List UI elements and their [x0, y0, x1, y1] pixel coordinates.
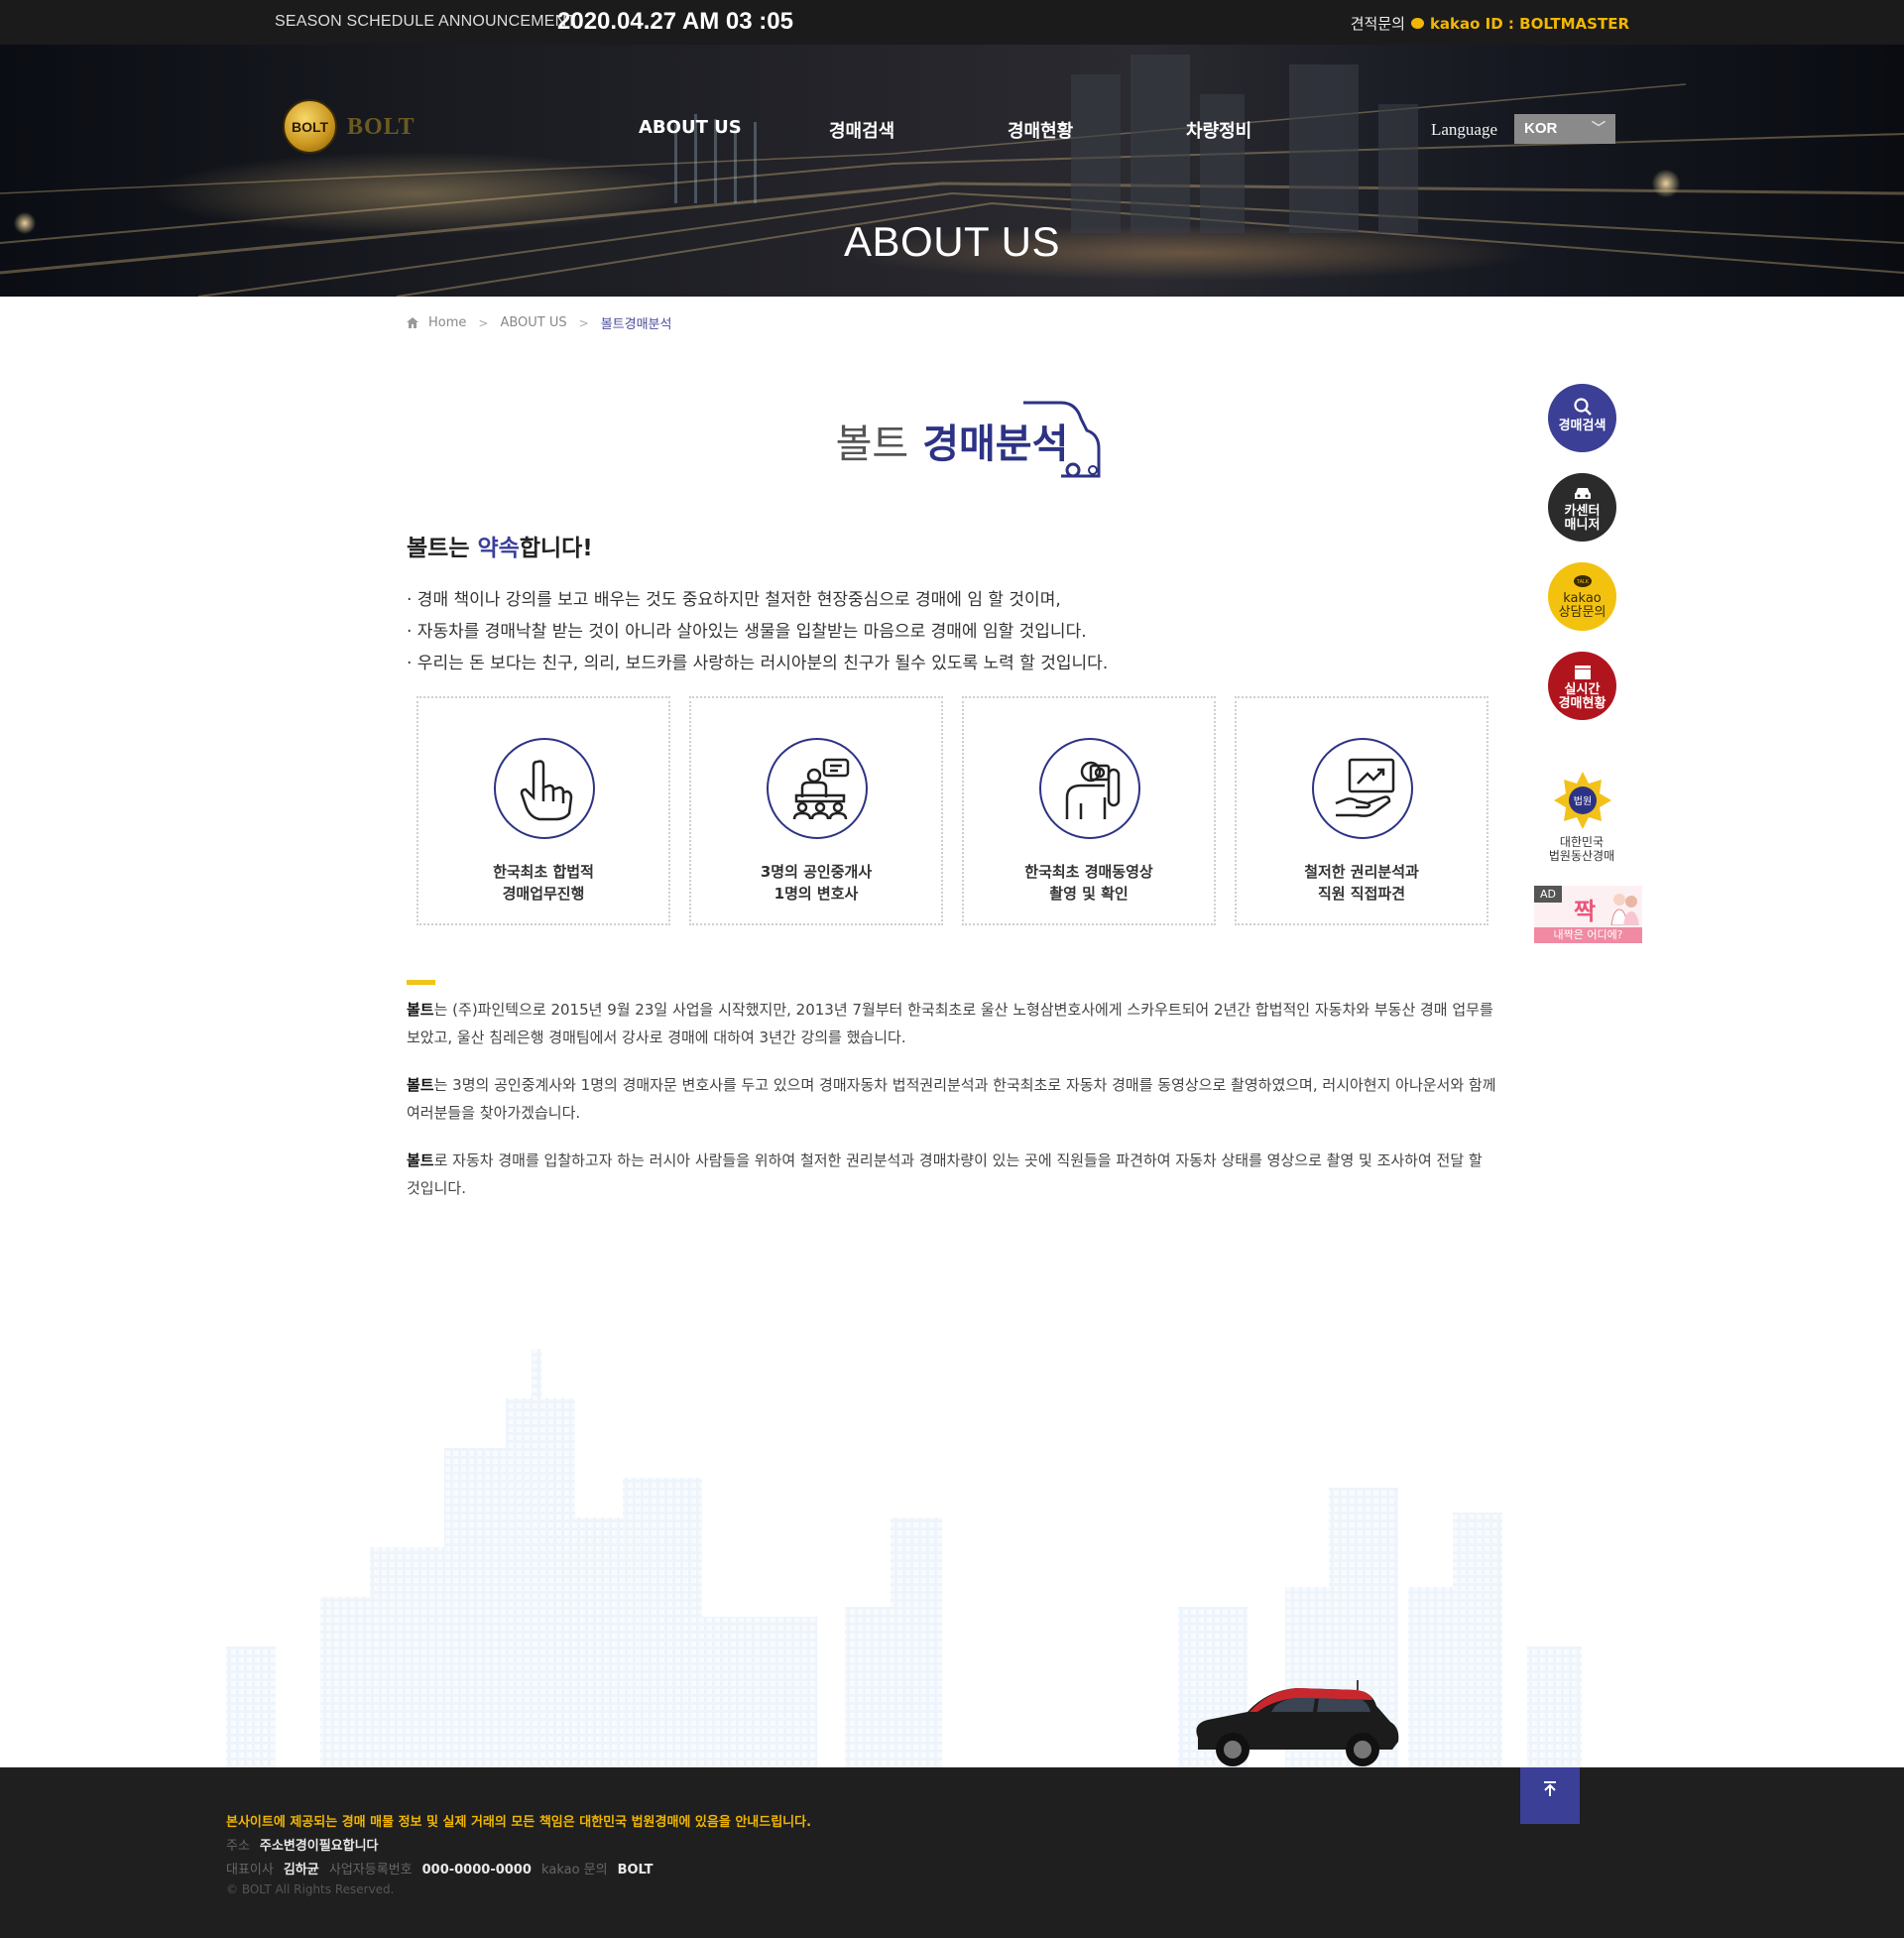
- car-icon: [1574, 488, 1591, 499]
- quick-kakao-button[interactable]: TALK kakao 상담문의: [1548, 562, 1616, 631]
- feature-card: 3명의 공인중개사 1명의 변호사: [689, 696, 943, 925]
- svg-text:TALK: TALK: [1576, 579, 1589, 585]
- mini-cooper-car-image: [1196, 1680, 1399, 1766]
- pointing-hand-icon: [520, 760, 573, 821]
- kakao-id: kakao ID : BOLTMASTER: [1429, 14, 1629, 33]
- ad-subtitle: 내짝은 어디에?: [1534, 927, 1642, 943]
- top-bar: SEASON SCHEDULE ANNOUNCEMENT 2020.04.27 …: [0, 0, 1904, 45]
- nav-auction-search[interactable]: 경매검색: [829, 117, 894, 143]
- current-datetime: 2020.04.27 AM 03 :05: [557, 8, 793, 35]
- kakao-talk-icon: TALK: [1573, 575, 1592, 587]
- list-item: · 경매 책이나 강의를 보고 배우는 것도 중요하지만 철저한 현장중심으로 …: [407, 590, 1061, 610]
- quick-car-center-button[interactable]: 카센터 매니저: [1548, 473, 1616, 542]
- accent-divider: [407, 980, 435, 985]
- about-paragraph: 볼트는 (주)파인텍으로 2015년 9월 23일 사업을 시작했지만, 201…: [407, 1001, 1493, 1046]
- footer-address-row: 주소 주소변경이필요합니다: [226, 1839, 379, 1854]
- nav-car-maintenance[interactable]: 차량정비: [1186, 117, 1251, 143]
- svg-text:법원: 법원: [1574, 795, 1592, 807]
- nav-auction-status[interactable]: 경매현황: [1008, 117, 1073, 143]
- site-footer: 본사이트에 제공되는 경매 매물 정보 및 실제 거래의 모든 책임은 대한민국…: [0, 1767, 1904, 1938]
- main-nav: ABOUT US 경매검색 경매현황 차량정비: [0, 117, 1904, 147]
- clapperboard-icon: [1574, 666, 1591, 679]
- chart-hand-icon: [1335, 758, 1395, 817]
- breadcrumb-home[interactable]: Home: [428, 315, 466, 330]
- about-paragraph: 볼트로 자동차 경매를 입찰하고자 하는 러시아 사람들을 위하여 철저한 권리…: [407, 1151, 1483, 1197]
- language-value: KOR: [1524, 120, 1558, 137]
- breadcrumb-about[interactable]: ABOUT US: [500, 315, 566, 330]
- footer-company-row: 대표이사 김하균 사업자등록번호 000-0000-0000 kakao 문의 BOL…: [226, 1863, 654, 1877]
- ad-banner[interactable]: AD 짝 내짝은 어디에?: [1534, 886, 1642, 943]
- chevron-right-icon: >: [578, 315, 589, 330]
- list-item: · 자동차를 경매낙찰 받는 것이 아니라 살아있는 생물을 입찰받는 마음으로…: [407, 622, 1087, 642]
- ad-tag: AD: [1534, 886, 1562, 903]
- language-label: Language: [1431, 120, 1498, 139]
- page-title: 볼트 경매분석: [0, 412, 1904, 469]
- court-emblem-icon[interactable]: 법원: [1552, 770, 1613, 831]
- language-select[interactable]: KOR ﹀: [1514, 114, 1615, 144]
- promise-heading: 볼트는 약속합니다!: [407, 536, 593, 561]
- season-announcement: SEASON SCHEDULE ANNOUNCEMENT: [275, 13, 577, 30]
- hero-title: ABOUT US: [844, 218, 1060, 265]
- feature-card: 철저한 권리분석과 직원 직접파견: [1235, 696, 1488, 925]
- kakao-inquiry[interactable]: 견적문의 kakao ID : BOLTMASTER: [1351, 13, 1629, 34]
- hero-banner: BOLT BOLT ABOUT US 경매검색 경매현황 차량정비 Langua…: [0, 45, 1904, 297]
- feature-card: 한국최초 합법적 경매업무진행: [416, 696, 670, 925]
- promise-list: · 경매 책이나 강의를 보고 배우는 것도 중요하지만 철저한 현장중심으로 …: [407, 584, 1108, 679]
- promise-highlight: 약속: [477, 536, 520, 561]
- copyright: © BOLT All Rights Reserved.: [226, 1882, 395, 1896]
- city-skyline-image: [226, 1349, 1582, 1767]
- feature-card: 한국최초 경매동영상 촬영 및 확인: [962, 696, 1216, 925]
- nav-about-us[interactable]: ABOUT US: [639, 117, 742, 138]
- page-title-light: 볼트: [835, 422, 909, 467]
- scroll-to-top-button[interactable]: [1520, 1767, 1580, 1824]
- ad-title: 짝: [1574, 898, 1597, 925]
- footer-notice: 본사이트에 제공되는 경매 매물 정보 및 실제 거래의 모든 책임은 대한민국…: [226, 1815, 812, 1830]
- presenter-group-icon: [792, 758, 850, 820]
- camera-operator-icon: [1065, 761, 1121, 819]
- breadcrumb-current: 볼트경매분석: [600, 317, 672, 332]
- kakao-talk-icon: [1410, 18, 1424, 29]
- about-paragraph: 볼트는 3명의 공인중계사와 1명의 경매자문 변호사를 두고 있으며 경매자동…: [407, 1076, 1496, 1122]
- quick-live-status-button[interactable]: 실시간 경매현황: [1548, 652, 1616, 720]
- couple-illustration-icon: [1610, 894, 1639, 925]
- court-auction-link[interactable]: 대한민국 법원동산경매: [1532, 835, 1631, 863]
- breadcrumb: Home > ABOUT US > 볼트경매분석: [407, 313, 671, 332]
- chevron-right-icon: >: [478, 315, 489, 330]
- truck-outline-icon: [1023, 401, 1101, 478]
- arrow-up-icon: [1544, 1781, 1556, 1796]
- list-item: · 우리는 돈 보다는 친구, 의리, 보드카를 사랑하는 러시아분의 친구가 …: [407, 654, 1109, 673]
- chevron-down-icon: ﹀: [1592, 120, 1606, 136]
- quick-auction-search-button[interactable]: 경매검색: [1548, 384, 1616, 452]
- search-icon: [1573, 398, 1592, 416]
- home-icon: [407, 317, 418, 328]
- inquiry-label: 견적문의: [1350, 15, 1405, 33]
